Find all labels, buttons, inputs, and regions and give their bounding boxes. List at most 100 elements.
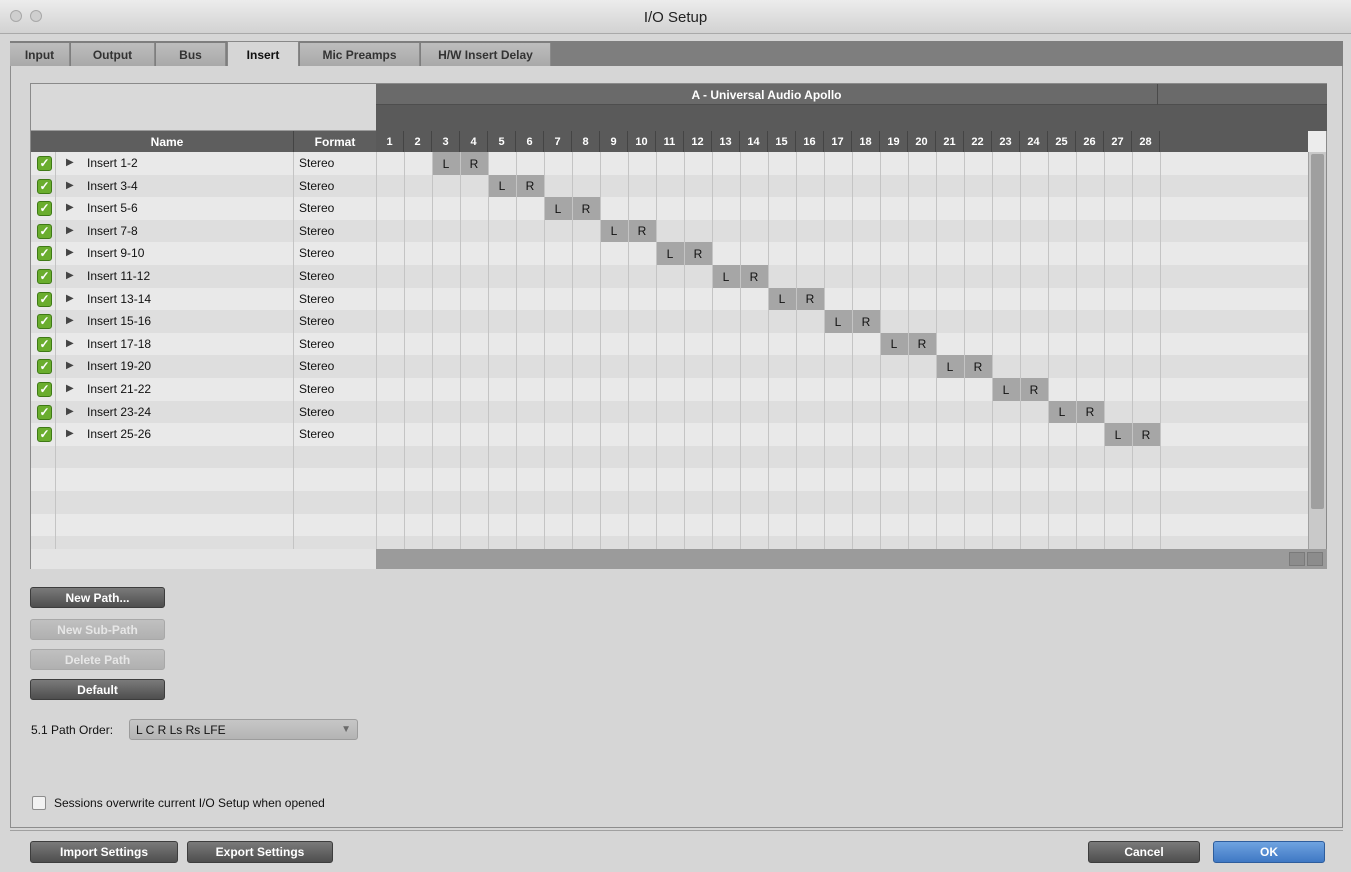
checkmark-icon[interactable]: ✓ [37,223,52,239]
assignment-right-cell[interactable]: R [1076,400,1104,424]
path-name[interactable]: Insert 21-22 [87,382,151,396]
checkmark-icon[interactable]: ✓ [37,201,52,217]
format-column-header[interactable]: Format [293,131,376,152]
assignment-right-cell[interactable]: R [796,287,824,311]
vertical-scroll-thumb[interactable] [1311,154,1324,509]
assignment-left-cell[interactable]: L [824,310,852,334]
path-name[interactable]: Insert 9-10 [87,246,144,260]
tab-output[interactable]: Output [71,43,155,67]
disclosure-triangle-icon[interactable]: ▶ [66,428,74,439]
assignment-left-cell[interactable]: L [992,378,1020,401]
path-name[interactable]: Insert 25-26 [87,427,151,441]
disclosure-triangle-icon[interactable]: ▶ [66,293,74,304]
table-row[interactable]: ✓ ▶ Insert 1-2 Stereo L R [31,152,1308,175]
table-row[interactable]: ✓ ▶ Insert 17-18 Stereo L R [31,332,1308,356]
assignment-right-cell[interactable]: R [628,219,656,243]
table-row[interactable]: ✓ ▶ Insert 15-16 Stereo L R [31,310,1308,334]
assignment-right-cell[interactable]: R [1020,378,1048,401]
path-name[interactable]: Insert 19-20 [87,359,151,373]
disclosure-triangle-icon[interactable]: ▶ [66,406,74,417]
default-button[interactable]: Default [30,679,165,700]
table-row[interactable]: ✓ ▶ Insert 3-4 Stereo L R [31,174,1308,198]
name-column-header[interactable]: Name [31,131,293,152]
table-row[interactable] [31,445,1308,469]
path-name[interactable]: Insert 15-16 [87,314,151,328]
scroll-left-arrow-icon[interactable] [1289,552,1305,566]
assignment-left-cell[interactable]: L [432,152,460,175]
assignment-right-cell[interactable]: R [908,332,936,356]
new-path-button[interactable]: New Path... [30,587,165,608]
disclosure-triangle-icon[interactable]: ▶ [66,157,74,168]
tab-insert[interactable]: Insert [227,41,299,68]
ok-button[interactable]: OK [1213,841,1325,863]
checkmark-icon[interactable]: ✓ [37,359,52,375]
table-row[interactable]: ✓ ▶ Insert 7-8 Stereo L R [31,219,1308,243]
assignment-left-cell[interactable]: L [488,174,516,198]
checkmark-icon[interactable]: ✓ [37,404,52,420]
assignment-right-cell[interactable]: R [852,310,880,334]
assignment-left-cell[interactable]: L [1048,400,1076,424]
horizontal-scrollbar[interactable] [376,549,1327,569]
assignment-right-cell[interactable]: R [1132,423,1160,447]
disclosure-triangle-icon[interactable]: ▶ [66,360,74,371]
disclosure-triangle-icon[interactable]: ▶ [66,270,74,281]
vertical-scrollbar[interactable] [1308,152,1326,549]
tab-bus[interactable]: Bus [156,43,226,67]
disclosure-triangle-icon[interactable]: ▶ [66,383,74,394]
table-row[interactable] [31,513,1308,537]
table-row[interactable]: ✓ ▶ Insert 19-20 Stereo L R [31,355,1308,379]
checkmark-icon[interactable]: ✓ [37,269,52,284]
disclosure-triangle-icon[interactable]: ▶ [66,247,74,258]
disclosure-triangle-icon[interactable]: ▶ [66,180,74,191]
assignment-left-cell[interactable]: L [544,197,572,221]
checkmark-icon[interactable]: ✓ [37,336,52,352]
checkmark-icon[interactable]: ✓ [37,427,52,443]
checkmark-icon[interactable]: ✓ [37,314,52,330]
assignment-left-cell[interactable]: L [1104,423,1132,447]
path-name[interactable]: Insert 11-12 [87,269,150,283]
table-row[interactable]: ✓ ▶ Insert 25-26 Stereo L R [31,423,1308,447]
assignment-right-cell[interactable]: R [684,242,712,266]
table-row[interactable]: ✓ ▶ Insert 21-22 Stereo L R [31,378,1308,401]
assignment-left-cell[interactable]: L [656,242,684,266]
assignment-left-cell[interactable]: L [768,287,796,311]
export-settings-button[interactable]: Export Settings [187,841,333,863]
disclosure-triangle-icon[interactable]: ▶ [66,225,74,236]
assignment-left-cell[interactable]: L [712,265,740,288]
checkmark-icon[interactable]: ✓ [37,291,52,307]
tab-mic-preamps[interactable]: Mic Preamps [300,43,420,67]
tab-hw-insert-delay[interactable]: H/W Insert Delay [421,43,551,67]
table-row[interactable] [31,468,1308,492]
path-name[interactable]: Insert 1-2 [87,156,138,170]
disclosure-triangle-icon[interactable]: ▶ [66,202,74,213]
table-row[interactable]: ✓ ▶ Insert 9-10 Stereo L R [31,242,1308,266]
scroll-right-arrow-icon[interactable] [1307,552,1323,566]
table-row[interactable]: ✓ ▶ Insert 13-14 Stereo L R [31,287,1308,311]
table-row[interactable]: ✓ ▶ Insert 11-12 Stereo L R [31,265,1308,288]
assignment-right-cell[interactable]: R [572,197,600,221]
new-sub-path-button[interactable]: New Sub-Path [30,619,165,640]
path-name[interactable]: Insert 13-14 [87,292,151,306]
path-name[interactable]: Insert 7-8 [87,224,138,238]
path-name[interactable]: Insert 5-6 [87,201,138,215]
table-row[interactable]: ✓ ▶ Insert 5-6 Stereo L R [31,197,1308,221]
disclosure-triangle-icon[interactable]: ▶ [66,338,74,349]
assignment-right-cell[interactable]: R [740,265,768,288]
tab-input[interactable]: Input [10,43,70,67]
table-row[interactable] [31,491,1308,514]
assignment-right-cell[interactable]: R [964,355,992,379]
checkmark-icon[interactable]: ✓ [37,156,52,171]
checkmark-icon[interactable]: ✓ [37,178,52,194]
import-settings-button[interactable]: Import Settings [30,841,178,863]
assignment-left-cell[interactable]: L [600,219,628,243]
delete-path-button[interactable]: Delete Path [30,649,165,670]
cancel-button[interactable]: Cancel [1088,841,1200,863]
assignment-left-cell[interactable]: L [936,355,964,379]
assignment-right-cell[interactable]: R [516,174,544,198]
path-name[interactable]: Insert 17-18 [87,337,151,351]
checkmark-icon[interactable]: ✓ [37,246,52,262]
path-order-select[interactable]: L C R Ls Rs LFE ▼ [129,719,358,740]
checkmark-icon[interactable]: ✓ [37,382,52,397]
assignment-right-cell[interactable]: R [460,152,488,175]
overwrite-io-setup-checkbox[interactable] [32,796,46,810]
